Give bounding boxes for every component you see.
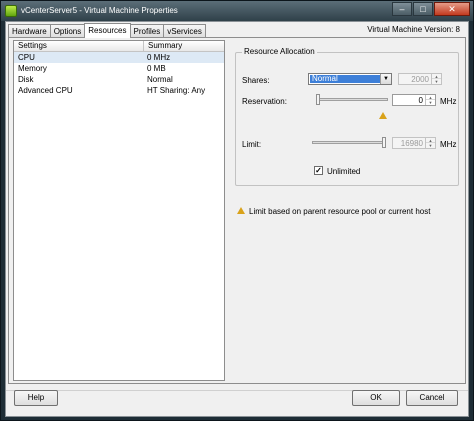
limit-spinner[interactable]: ▲ ▼ <box>425 138 435 148</box>
shares-number-field[interactable]: 2000 ▲ ▼ <box>398 73 442 85</box>
row-setting: Disk <box>18 75 34 84</box>
spin-down-icon[interactable]: ▼ <box>426 143 435 148</box>
unlimited-label[interactable]: Unlimited <box>327 167 360 176</box>
table-row-cpu[interactable]: CPU 0 MHz <box>14 52 224 63</box>
reservation-unit: MHz <box>440 97 457 106</box>
unlimited-checkbox[interactable]: ✓ <box>314 166 323 175</box>
tab-resources[interactable]: Resources <box>84 23 131 38</box>
limit-unit: MHz <box>440 140 457 149</box>
row-setting: CPU <box>18 53 35 62</box>
dialog-client: Hardware Options Resources Profiles vSer… <box>5 21 469 417</box>
tab-profiles[interactable]: Profiles <box>129 24 165 38</box>
row-summary: 0 MHz <box>147 53 171 62</box>
shares-number-value: 2000 <box>411 75 429 84</box>
spin-down-icon[interactable]: ▼ <box>426 100 435 105</box>
settings-list[interactable]: Settings Summary CPU 0 MHz Memory 0 MB D… <box>13 40 225 381</box>
tab-vservices[interactable]: vServices <box>163 24 206 38</box>
row-setting: Advanced CPU <box>18 86 73 95</box>
window-title: vCenterServer5 - Virtual Machine Propert… <box>21 6 178 15</box>
column-header-summary[interactable]: Summary <box>144 41 224 51</box>
tab-strip: Hardware Options Resources Profiles vSer… <box>8 23 206 38</box>
chevron-down-icon[interactable]: ▼ <box>380 74 391 84</box>
minimize-button[interactable]: – <box>392 2 412 16</box>
warning-icon <box>379 112 387 119</box>
vm-version-label: Virtual Machine Version: 8 <box>367 25 460 34</box>
group-title: Resource Allocation <box>242 47 317 56</box>
table-row-memory[interactable]: Memory 0 MB <box>14 63 224 74</box>
limit-slider-thumb[interactable] <box>382 137 386 148</box>
shares-spinner[interactable]: ▲ ▼ <box>431 74 441 84</box>
help-button[interactable]: Help <box>14 390 58 406</box>
row-summary: 0 MB <box>147 64 166 73</box>
limit-field[interactable]: 16980 ▲ ▼ <box>392 137 436 149</box>
reservation-field[interactable]: 0 ▲ ▼ <box>392 94 436 106</box>
column-header-settings[interactable]: Settings <box>14 41 144 51</box>
reservation-slider-track[interactable] <box>316 98 388 101</box>
row-summary: HT Sharing: Any <box>147 86 206 95</box>
list-header: Settings Summary <box>14 41 224 52</box>
title-bar[interactable]: vCenterServer5 - Virtual Machine Propert… <box>1 1 473 21</box>
spin-down-icon[interactable]: ▼ <box>432 79 441 84</box>
limit-slider-track[interactable] <box>312 141 386 144</box>
table-row-advanced-cpu[interactable]: Advanced CPU HT Sharing: Any <box>14 85 224 96</box>
reservation-label: Reservation: <box>242 97 287 106</box>
maximize-button[interactable]: □ <box>413 2 433 16</box>
tab-options[interactable]: Options <box>49 24 86 38</box>
table-row-disk[interactable]: Disk Normal <box>14 74 224 85</box>
ok-button[interactable]: OK <box>352 390 400 406</box>
limit-note: Limit based on parent resource pool or c… <box>249 207 431 216</box>
close-button[interactable]: ✕ <box>434 2 470 16</box>
reservation-spinner[interactable]: ▲ ▼ <box>425 95 435 105</box>
tab-hardware[interactable]: Hardware <box>8 24 51 38</box>
limit-value: 16980 <box>400 139 423 148</box>
vsphere-app-icon <box>5 5 17 17</box>
reservation-slider-thumb[interactable] <box>316 94 320 105</box>
resource-allocation-group: Resource Allocation Shares: Normal ▼ 200… <box>235 47 459 186</box>
cancel-button[interactable]: Cancel <box>406 390 458 406</box>
row-summary: Normal <box>147 75 173 84</box>
caption-buttons: – □ ✕ <box>391 2 470 18</box>
shares-selected-value: Normal <box>310 75 380 83</box>
resources-panel: Settings Summary CPU 0 MHz Memory 0 MB D… <box>8 37 466 384</box>
shares-dropdown[interactable]: Normal ▼ <box>308 73 392 85</box>
limit-label: Limit: <box>242 140 262 149</box>
shares-label: Shares: <box>242 76 270 85</box>
reservation-value: 0 <box>418 96 423 105</box>
dialog-window: vCenterServer5 - Virtual Machine Propert… <box>0 0 474 421</box>
row-setting: Memory <box>18 64 47 73</box>
warning-icon <box>237 207 245 214</box>
